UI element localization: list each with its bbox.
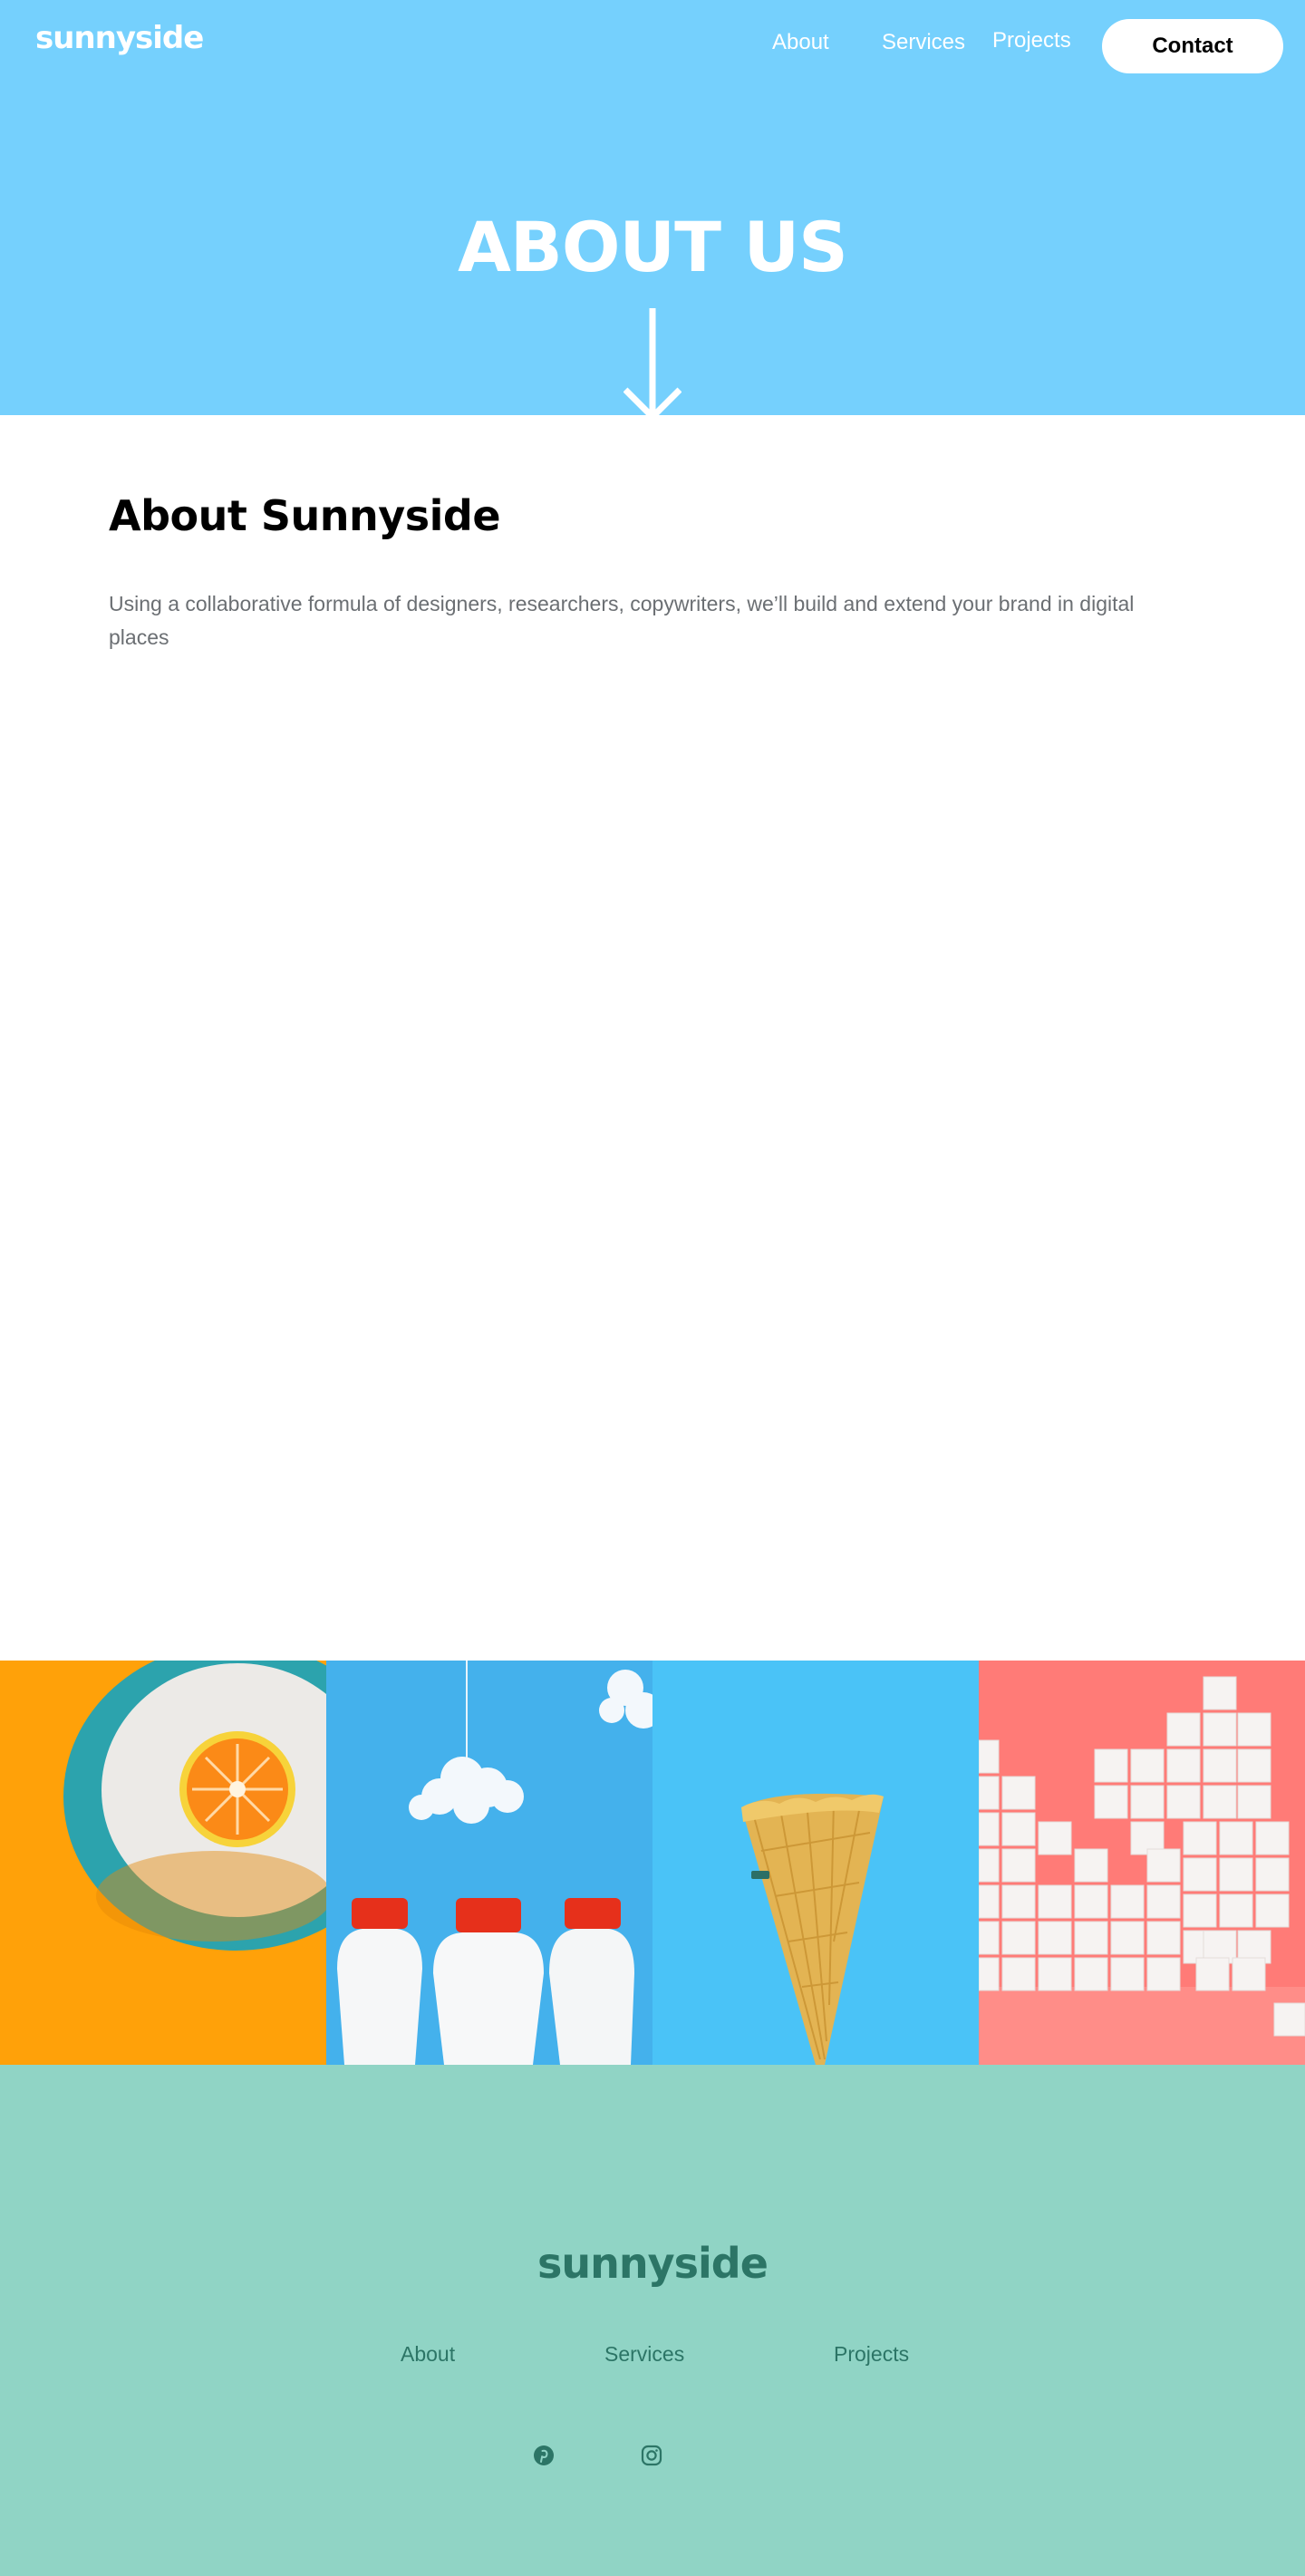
page-title: ABOUT US xyxy=(458,207,848,287)
footer-link-about[interactable]: About xyxy=(401,2342,455,2367)
gallery-image-orange xyxy=(0,1661,326,2065)
footer-logo[interactable]: sunnyside xyxy=(0,2239,1305,2288)
image-gallery xyxy=(0,1661,1305,2065)
nav-link-about[interactable]: About xyxy=(772,30,829,55)
gallery-image-ice-cream-cone xyxy=(652,1661,979,2065)
about-section: About Sunnyside Using a collaborative fo… xyxy=(0,415,1305,1661)
nav-link-projects[interactable]: Projects xyxy=(992,28,1071,53)
footer-link-services[interactable]: Services xyxy=(604,2342,684,2367)
about-heading: About Sunnyside xyxy=(109,491,501,540)
site-logo[interactable]: sunnyside xyxy=(35,20,204,56)
nav-link-services[interactable]: Services xyxy=(882,30,965,55)
about-paragraph: Using a collaborative formula of designe… xyxy=(109,592,1135,649)
contact-button[interactable]: Contact xyxy=(1102,19,1283,73)
instagram-icon[interactable] xyxy=(640,2444,663,2467)
pinterest-icon[interactable] xyxy=(532,2444,556,2467)
gallery-image-sugar-cubes xyxy=(979,1661,1305,2065)
gallery-image-milk-bottles xyxy=(326,1661,652,2065)
hero-header: sunnyside About Services Projects Contac… xyxy=(0,0,1305,421)
arrow-down-icon xyxy=(624,308,682,421)
site-footer: sunnyside About Services Projects xyxy=(0,2065,1305,2576)
footer-link-projects[interactable]: Projects xyxy=(834,2342,909,2367)
